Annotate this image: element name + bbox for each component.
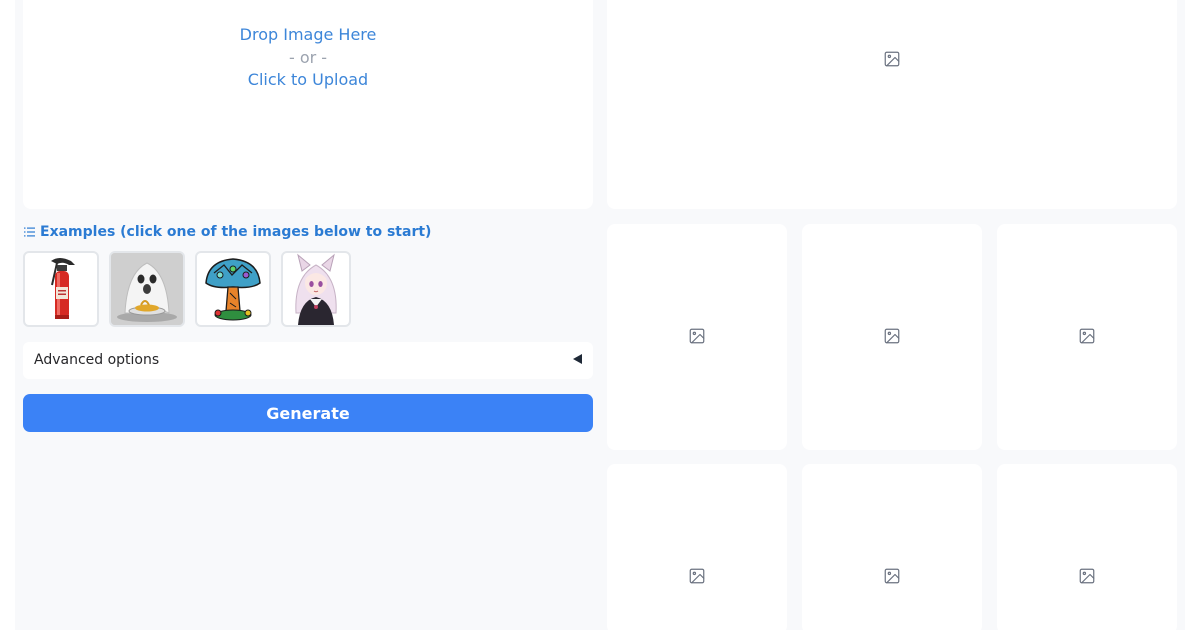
ghost-eating-image [111, 253, 183, 325]
collapse-caret-icon[interactable] [573, 354, 582, 364]
app-container: Drop Image Here - or - Click to Upload E… [15, 0, 1185, 630]
example-thumbnail-anime-girl[interactable] [281, 251, 351, 327]
click-to-upload-text[interactable]: Click to Upload [23, 69, 593, 92]
image-placeholder-icon [689, 568, 705, 584]
example-thumbnail-ghost[interactable] [109, 251, 185, 327]
generate-button[interactable]: Generate [23, 394, 593, 432]
examples-title: Examples (click one of the images below … [40, 224, 432, 240]
image-placeholder-icon [689, 328, 705, 344]
image-placeholder-icon [884, 568, 900, 584]
image-placeholder-icon [1079, 328, 1095, 344]
output-view-5 [802, 464, 982, 630]
advanced-options-label: Advanced options [34, 352, 160, 368]
fire-extinguisher-image [51, 258, 75, 319]
image-placeholder-icon [884, 328, 900, 344]
upload-instructions: Drop Image Here - or - Click to Upload [23, 24, 593, 92]
example-thumbnail-mushroom[interactable] [195, 251, 271, 327]
output-view-3 [997, 224, 1177, 450]
output-image-main [607, 0, 1177, 209]
image-placeholder-icon [1079, 568, 1095, 584]
list-icon [24, 227, 35, 237]
example-thumbnail-fire-extinguisher[interactable] [23, 251, 99, 327]
examples-header: Examples (click one of the images below … [24, 224, 431, 240]
stained-glass-mushroom-image [205, 258, 261, 321]
advanced-options-accordion[interactable]: Advanced options [23, 342, 593, 379]
anime-cat-girl-image [295, 253, 337, 325]
drop-image-text: Drop Image Here [239, 25, 377, 44]
image-upload-dropzone[interactable]: Drop Image Here - or - Click to Upload [23, 0, 593, 209]
output-view-6 [997, 464, 1177, 630]
output-view-1 [607, 224, 787, 450]
image-placeholder-icon [884, 51, 900, 67]
or-separator: - or - [288, 47, 328, 67]
examples-gallery [23, 251, 351, 327]
output-view-2 [802, 224, 982, 450]
output-view-4 [607, 464, 787, 630]
